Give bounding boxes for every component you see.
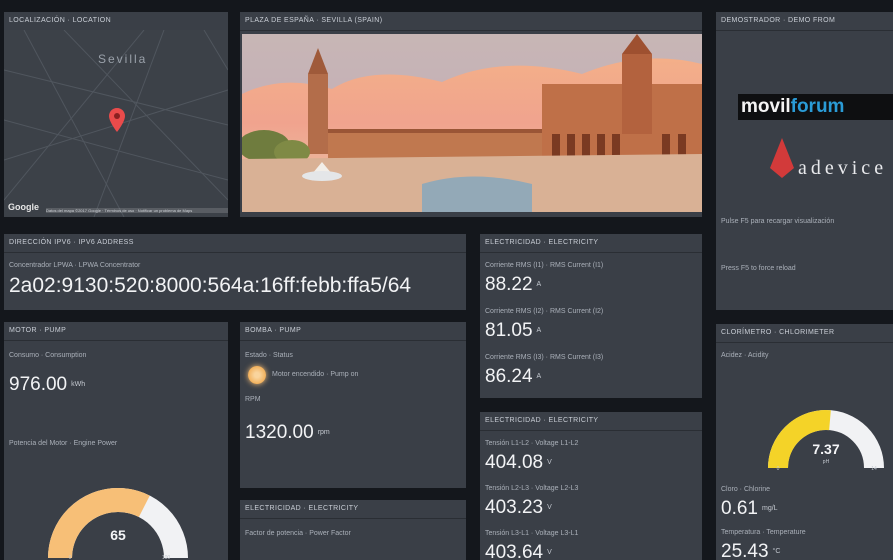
current-i1-unit: A [536, 281, 542, 288]
chlorine-unit: mg/L [761, 505, 778, 512]
demo-panel: DEMOSTRADOR · DEMO FROM movilforum adevi… [716, 12, 893, 310]
photo-panel: PLAZA DE ESPAÑA · SEVILLA (SPAIN) [240, 12, 702, 217]
pump-state-label: Estado · Status [245, 352, 293, 359]
f5-hint-en: Press F5 to force reload [721, 265, 796, 272]
plaza-espana-photo [242, 34, 702, 212]
pump-title: BOMBA · PUMP [240, 322, 466, 341]
motor-panel: MOTOR · PUMP Consumo · Consumption 976.0… [4, 322, 228, 560]
engine-power-label: Potencia del Motor · Engine Power [9, 440, 118, 447]
voltage-l3l1-number: 403.64 [485, 542, 544, 560]
current-i3-unit: A [536, 373, 542, 380]
engine-power-gauge-fill [48, 488, 150, 559]
ipv6-panel: DIRECCIÓN IPV6 · IPV6 ADDRESS Concentrad… [4, 234, 466, 310]
current-i2-value: 81.05 A [485, 320, 541, 342]
current-i2-number: 81.05 [485, 320, 533, 341]
chlorine-value: 0.61 mg/L [721, 498, 778, 520]
map[interactable]: Sevilla Google Datos del mapa ©2017 Goog… [4, 30, 228, 217]
voltage-l2l3-number: 403.23 [485, 497, 544, 518]
current-i3-value: 86.24 A [485, 366, 541, 388]
acidity-label: Acidez · Acidity [721, 352, 769, 359]
elec3-title: ELECTRICIDAD · ELECTRICITY [240, 500, 466, 519]
rpm-value: 1320.00 rpm [245, 422, 330, 444]
adevice-logo-text: adevice [798, 157, 888, 179]
current-i3-label: Corriente RMS (I3) · RMS Current (I3) [485, 354, 604, 361]
engine-power-gauge-value: 65 [110, 527, 126, 543]
movilforum-logo-b: forum [790, 96, 845, 117]
electricity-current-panel: ELECTRICIDAD · ELECTRICITY Corriente RMS… [480, 234, 702, 398]
ipv6-title: DIRECCIÓN IPV6 · IPV6 ADDRESS [4, 234, 466, 253]
voltage-l2l3-unit: V [547, 504, 552, 511]
motor-title: MOTOR · PUMP [4, 322, 228, 341]
chlorine-label: Cloro · Chlorine [721, 486, 771, 493]
f5-hint: Pulse F5 para recargar visualización [721, 218, 835, 225]
map-footer[interactable]: Datos del mapa ©2017 Google · Términos d… [46, 208, 228, 213]
demo-title: DEMOSTRADOR · DEMO FROM [716, 12, 893, 31]
elec1-title: ELECTRICIDAD · ELECTRICITY [480, 234, 702, 253]
current-i1-value: 88.22 A [485, 274, 541, 296]
ipv6-label: Concentrador LPWA · LPWA Concentrator [9, 262, 141, 269]
rpm-unit: rpm [317, 429, 330, 436]
consumption-number: 976.00 [9, 374, 68, 395]
elec2-title: ELECTRICIDAD · ELECTRICITY [480, 412, 702, 431]
voltage-l2l3-label: Tensión L2-L3 · Voltage L2-L3 [485, 485, 579, 492]
acidity-gauge-value: 7.37 [812, 441, 839, 457]
power-factor-label: Factor de potencia · Power Factor [245, 530, 351, 537]
voltage-l1l2-label: Tensión L1-L2 · Voltage L1-L2 [485, 440, 579, 447]
electricity-voltage-panel: ELECTRICIDAD · ELECTRICITY Tensión L1-L2… [480, 412, 702, 560]
engine-power-gauge-min: 0 [69, 555, 72, 560]
current-i1-label: Corriente RMS (I1) · RMS Current (I1) [485, 262, 604, 269]
acidity-gauge-unit: pH [823, 459, 830, 465]
location-title: LOCALIZACIÓN · LOCATION [4, 12, 228, 31]
acidity-gauge-min: 0 [777, 466, 780, 472]
movilforum-logo: movilforum [738, 94, 893, 120]
adevice-logo-icon [770, 138, 794, 178]
pump-status-led-icon [248, 366, 266, 384]
temperature-value: 25.43 °C [721, 541, 780, 560]
voltage-l2l3-value: 403.23 V [485, 497, 552, 519]
google-logo: Google [8, 202, 39, 212]
chlorimeter-title: CLORÍMETRO · CHLORIMETER [716, 324, 893, 343]
temperature-number: 25.43 [721, 541, 769, 560]
chlorimeter-panel: CLORÍMETRO · CHLORIMETER Acidez · Acidit… [716, 324, 893, 560]
current-i2-label: Corriente RMS (I2) · RMS Current (I2) [485, 308, 604, 315]
consumption-label: Consumo · Consumption [9, 352, 87, 359]
temperature-unit: °C [772, 548, 781, 555]
movilforum-logo-a: movil [741, 96, 791, 117]
pump-state-text: Motor encendido · Pump on [272, 371, 359, 378]
voltage-l3l1-unit: V [547, 549, 552, 556]
rpm-label: RPM [245, 396, 261, 403]
current-i2-unit: A [536, 327, 542, 334]
rpm-number: 1320.00 [245, 422, 314, 443]
engine-power-gauge: 65 0 100 [48, 488, 188, 560]
engine-power-gauge-max: 100 [162, 555, 171, 560]
voltage-l1l2-value: 404.08 V [485, 452, 552, 474]
electricity-power-factor-panel: ELECTRICIDAD · ELECTRICITY Factor de pot… [240, 500, 466, 560]
current-i3-number: 86.24 [485, 366, 533, 387]
consumption-value: 976.00 kWh [9, 374, 85, 396]
map-city-label: Sevilla [98, 52, 148, 66]
acidity-gauge: 7.37 pH 0 14 [768, 410, 884, 472]
pump-panel: BOMBA · PUMP Estado · Status Motor encen… [240, 322, 466, 488]
location-panel: LOCALIZACIÓN · LOCATION Sevilla Google D… [4, 12, 228, 217]
photo-title: PLAZA DE ESPAÑA · SEVILLA (SPAIN) [240, 12, 702, 31]
voltage-l1l2-number: 404.08 [485, 452, 544, 473]
chlorine-number: 0.61 [721, 498, 758, 519]
temperature-label: Temperatura · Temperature [721, 529, 806, 536]
map-pin-icon[interactable] [109, 108, 125, 132]
acidity-gauge-max: 14 [871, 466, 877, 472]
voltage-l1l2-unit: V [547, 459, 552, 466]
ipv6-address: 2a02:9130:520:8000:564a:16ff:febb:ffa5/6… [9, 274, 412, 297]
consumption-unit: kWh [71, 381, 86, 388]
voltage-l3l1-value: 403.64 V [485, 542, 552, 560]
current-i1-number: 88.22 [485, 274, 533, 295]
voltage-l3l1-label: Tensión L3-L1 · Voltage L3-L1 [485, 530, 579, 537]
